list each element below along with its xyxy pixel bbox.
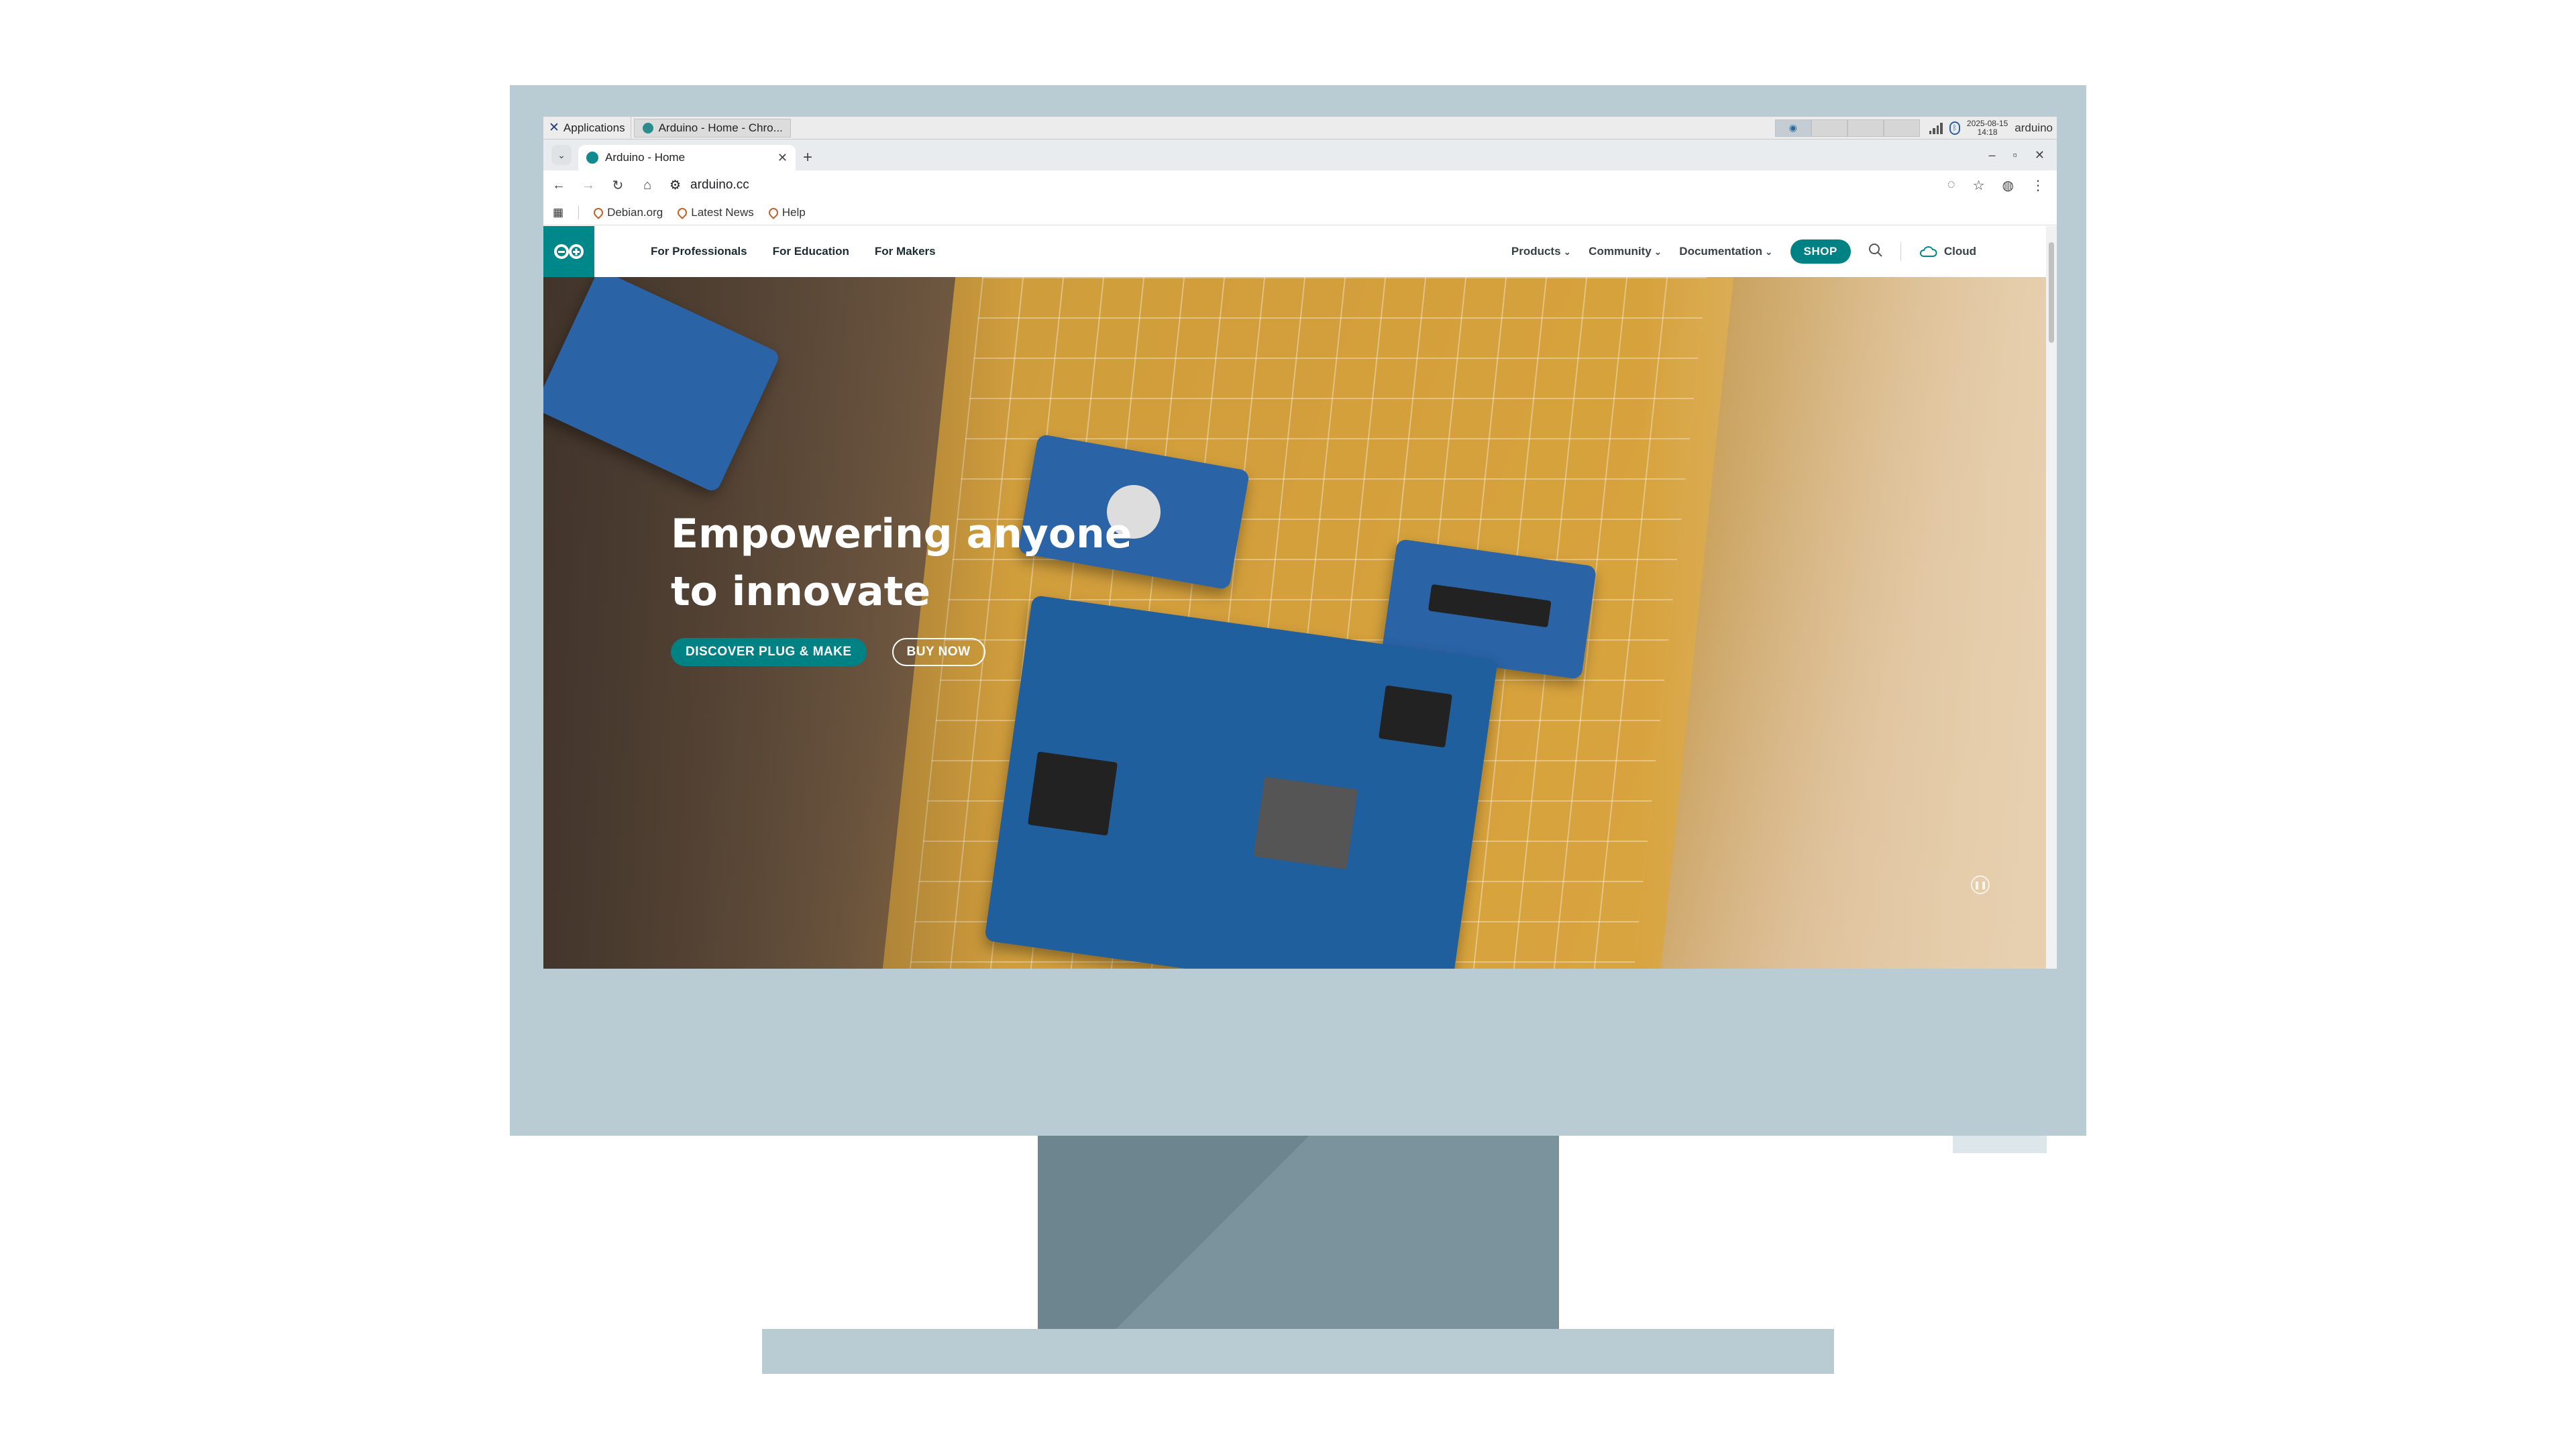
nav-products[interactable]: Products: [1511, 245, 1571, 258]
bookmark-icon: [592, 205, 605, 219]
nav-for-education[interactable]: For Education: [773, 245, 849, 258]
monitor-tab: [1953, 1136, 2047, 1153]
arduino-logo-icon[interactable]: [543, 226, 594, 277]
user-name[interactable]: arduino: [2015, 121, 2053, 135]
workspace-switcher[interactable]: ◉: [1774, 119, 1920, 137]
cloud-label: Cloud: [1943, 245, 1976, 258]
bookmark-debian[interactable]: Debian.org: [592, 205, 663, 219]
chrome-favicon-icon: [642, 122, 653, 133]
pause-icon[interactable]: ❚❚: [1971, 875, 1990, 894]
bookmark-label: Help: [782, 205, 806, 219]
workspace-1[interactable]: ◉: [1774, 119, 1811, 137]
shop-button[interactable]: SHOP: [1790, 239, 1851, 264]
screen: ✕ Applications Arduino - Home - Chro... …: [543, 117, 2057, 969]
reload-icon[interactable]: ↻: [610, 177, 625, 194]
cloud-icon: [1919, 246, 1937, 257]
eye-off-icon[interactable]: ◌: [1947, 177, 1955, 194]
nav-for-makers[interactable]: For Makers: [875, 245, 936, 258]
bookmark-icon: [766, 205, 780, 219]
clock-date: 2025-08-15: [1966, 118, 2008, 128]
home-icon[interactable]: ⌂: [640, 178, 655, 193]
system-tray: ᛒ 2025-08-15 14:18 arduino: [1929, 119, 2057, 137]
profile-icon[interactable]: ◍: [2002, 177, 2014, 194]
arduino-favicon-icon: [586, 152, 598, 164]
browser-tab-active[interactable]: Arduino - Home ✕: [578, 145, 796, 170]
browser-toolbar: ← → ↻ ⌂ ⚙ arduino.cc ◌ ☆ ◍ ⋮: [543, 170, 2057, 200]
new-tab-button[interactable]: +: [796, 145, 820, 170]
menu-icon[interactable]: ⋮: [2031, 177, 2045, 194]
site-settings-icon[interactable]: ⚙: [669, 178, 681, 193]
search-icon[interactable]: [1868, 243, 1883, 261]
nav-community[interactable]: Community: [1589, 245, 1662, 258]
scrollbar-thumb[interactable]: [2049, 242, 2054, 343]
hero-banner: Empowering anyone to innovate DISCOVER P…: [543, 277, 2057, 969]
bookmark-help[interactable]: Help: [766, 205, 806, 219]
star-icon[interactable]: ☆: [1973, 177, 1985, 194]
workspace-3[interactable]: [1847, 119, 1884, 137]
bookmarks-bar: ▦ Debian.org Latest News Help: [543, 200, 2057, 225]
url-text[interactable]: arduino.cc: [690, 178, 749, 193]
bookmark-label: Latest News: [691, 205, 754, 219]
monitor-stand: [1038, 1136, 1559, 1329]
taskbar-item-label: Arduino - Home - Chro...: [658, 121, 783, 134]
workspace-4[interactable]: [1883, 119, 1920, 137]
tab-search-chevron-icon[interactable]: ⌄: [551, 145, 572, 165]
hero-title: Empowering anyone to innovate: [671, 511, 1132, 615]
close-window-icon[interactable]: ✕: [2035, 148, 2045, 162]
clock-time: 14:18: [1977, 127, 1998, 137]
applications-label: Applications: [563, 121, 625, 134]
bookmark-icon: [676, 205, 690, 219]
discover-plug-make-button[interactable]: DISCOVER PLUG & MAKE: [671, 638, 867, 666]
monitor-base: [762, 1329, 1834, 1374]
minimize-icon[interactable]: –: [1989, 148, 1996, 162]
network-icon[interactable]: [1929, 122, 1943, 134]
taskbar-item-chrome[interactable]: Arduino - Home - Chro...: [633, 118, 791, 138]
xfce-icon: ✕: [549, 121, 559, 135]
address-bar[interactable]: ⚙ arduino.cc: [669, 173, 1933, 197]
page-scrollbar[interactable]: [2046, 226, 2057, 969]
maximize-icon[interactable]: ▫: [2013, 148, 2017, 162]
clock[interactable]: 2025-08-15 14:18: [1967, 119, 2008, 137]
browser-tab-bar: ⌄ Arduino - Home ✕ + – ▫ ✕: [543, 140, 2057, 170]
applications-menu[interactable]: ✕ Applications: [543, 117, 631, 139]
forward-icon[interactable]: →: [581, 178, 596, 193]
cloud-link[interactable]: Cloud: [1919, 245, 1976, 258]
web-page: For Professionals For Education For Make…: [543, 226, 2057, 969]
nav-documentation[interactable]: Documentation: [1679, 245, 1772, 258]
site-header: For Professionals For Education For Make…: [543, 226, 2057, 277]
apps-grid-icon[interactable]: ▦: [553, 206, 564, 219]
back-icon[interactable]: ←: [551, 178, 566, 193]
tab-close-icon[interactable]: ✕: [777, 151, 788, 165]
tab-title: Arduino - Home: [605, 151, 686, 164]
window-controls: – ▫ ✕: [1989, 148, 2057, 170]
desktop-illustration: ✕ Applications Arduino - Home - Chro... …: [0, 0, 2576, 1449]
buy-now-button[interactable]: BUY NOW: [892, 638, 985, 666]
bookmark-latest-news[interactable]: Latest News: [676, 205, 754, 219]
bluetooth-icon[interactable]: ᛒ: [1949, 121, 1960, 135]
os-top-panel: ✕ Applications Arduino - Home - Chro... …: [543, 117, 2057, 140]
nav-for-professionals[interactable]: For Professionals: [651, 245, 747, 258]
bookmark-label: Debian.org: [607, 205, 663, 219]
workspace-2[interactable]: [1811, 119, 1847, 137]
